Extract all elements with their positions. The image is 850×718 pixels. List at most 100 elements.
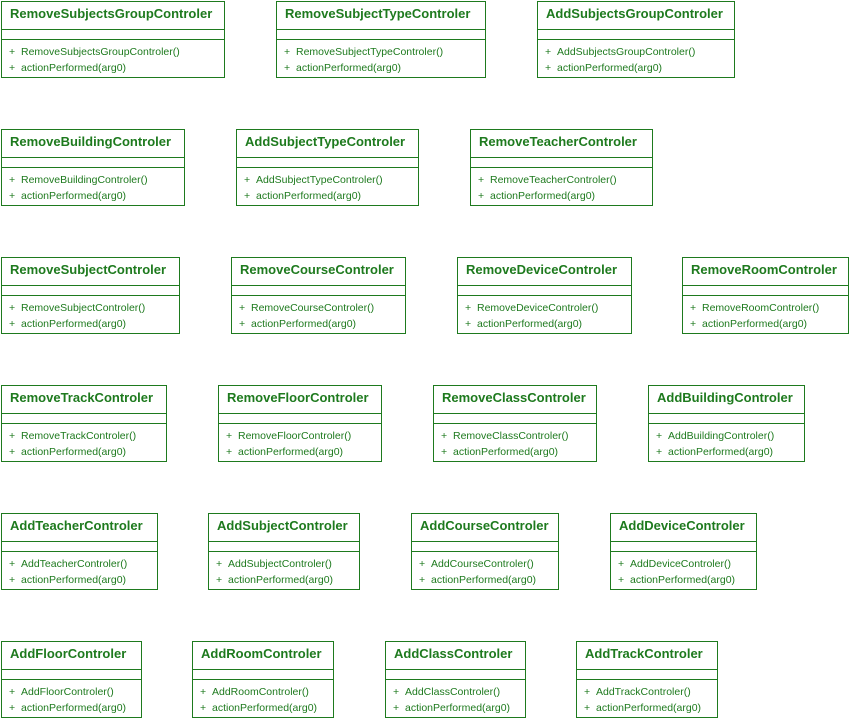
operation-signature: RemoveCourseControler() bbox=[251, 302, 375, 314]
uml-class-box: RemoveTeacherControler + RemoveTeacherCon… bbox=[470, 129, 653, 206]
operation-signature: actionPerformed(arg0) bbox=[557, 62, 663, 74]
operation-signature: actionPerformed(arg0) bbox=[21, 702, 127, 714]
attributes-compartment bbox=[683, 286, 848, 296]
operation: + actionPerformed(arg0) bbox=[9, 444, 166, 460]
attributes-compartment bbox=[219, 414, 381, 424]
operations-compartment: + RemoveDeviceControler() + actionPerforme… bbox=[458, 296, 631, 332]
operation-signature: actionPerformed(arg0) bbox=[21, 190, 127, 202]
operation: + AddTrackControler() bbox=[584, 684, 717, 700]
operations-compartment: + AddCourseControler() + actionPerformed(a… bbox=[412, 552, 558, 588]
operation-signature: actionPerformed(arg0) bbox=[431, 574, 537, 586]
operation-signature: actionPerformed(arg0) bbox=[228, 574, 334, 586]
operation-signature: actionPerformed(arg0) bbox=[405, 702, 511, 714]
operation: + actionPerformed(arg0) bbox=[584, 700, 717, 716]
operation-signature: actionPerformed(arg0) bbox=[296, 62, 402, 74]
visibility-marker: + bbox=[226, 446, 233, 458]
uml-class-box: AddFloorControler + AddFloorControler() +… bbox=[1, 641, 142, 718]
operation-signature: AddDeviceControler() bbox=[630, 558, 731, 570]
operation-signature: RemoveTeacherControler() bbox=[490, 174, 617, 186]
operation-signature: actionPerformed(arg0) bbox=[702, 318, 808, 330]
visibility-marker: + bbox=[9, 686, 16, 698]
visibility-marker: + bbox=[478, 190, 485, 202]
operation: + actionPerformed(arg0) bbox=[244, 188, 418, 204]
class-name: AddSubjectTypeControler bbox=[237, 130, 418, 158]
attributes-compartment bbox=[538, 30, 734, 40]
class-name: RemoveSubjectTypeControler bbox=[277, 2, 485, 30]
operation-signature: RemoveSubjectControler() bbox=[21, 302, 146, 314]
attributes-compartment bbox=[193, 670, 333, 680]
visibility-marker: + bbox=[216, 558, 223, 570]
visibility-marker: + bbox=[545, 62, 552, 74]
uml-class-box: RemoveBuildingControler + RemoveBuildingC… bbox=[1, 129, 185, 206]
operation: + AddSubjectsGroupControler() bbox=[545, 44, 734, 60]
operation: + actionPerformed(arg0) bbox=[545, 60, 734, 76]
visibility-marker: + bbox=[9, 62, 16, 74]
uml-class-box: RemoveCourseControler + RemoveCourseContr… bbox=[231, 257, 406, 334]
visibility-marker: + bbox=[200, 702, 207, 714]
operations-compartment: + RemoveBuildingControler() + actionPerfor… bbox=[2, 168, 184, 204]
operations-compartment: + RemoveCourseControler() + actionPerforme… bbox=[232, 296, 405, 332]
operation-signature: actionPerformed(arg0) bbox=[21, 574, 127, 586]
operation: + actionPerformed(arg0) bbox=[441, 444, 596, 460]
operation-signature: RemoveRoomControler() bbox=[702, 302, 820, 314]
operation: + RemoveSubjectControler() bbox=[9, 300, 179, 316]
operation: + AddSubjectControler() bbox=[216, 556, 359, 572]
class-name: AddSubjectControler bbox=[209, 514, 359, 542]
operation: + actionPerformed(arg0) bbox=[618, 572, 756, 588]
operations-compartment: + AddFloorControler() + actionPerformed(ar… bbox=[2, 680, 141, 716]
attributes-compartment bbox=[232, 286, 405, 296]
operation: + RemoveClassControler() bbox=[441, 428, 596, 444]
operations-compartment: + AddSubjectsGroupControler() + actionPerf… bbox=[538, 40, 734, 76]
operation-signature: actionPerformed(arg0) bbox=[596, 702, 702, 714]
visibility-marker: + bbox=[393, 702, 400, 714]
visibility-marker: + bbox=[419, 558, 426, 570]
operation: + RemoveSubjectsGroupControler() bbox=[9, 44, 224, 60]
uml-class-box: RemoveSubjectsGroupControler + RemoveSubj… bbox=[1, 1, 225, 78]
attributes-compartment bbox=[471, 158, 652, 168]
operations-compartment: + RemoveRoomControler() + actionPerformed(… bbox=[683, 296, 848, 332]
operation: + AddClassControler() bbox=[393, 684, 525, 700]
visibility-marker: + bbox=[9, 190, 16, 202]
uml-class-box: AddSubjectTypeControler + AddSubjectTypeC… bbox=[236, 129, 419, 206]
attributes-compartment bbox=[2, 542, 157, 552]
uml-class-box: RemoveRoomControler + RemoveRoomControler… bbox=[682, 257, 849, 334]
operation: + RemoveDeviceControler() bbox=[465, 300, 631, 316]
operation-signature: RemoveDeviceControler() bbox=[477, 302, 599, 314]
visibility-marker: + bbox=[216, 574, 223, 586]
attributes-compartment bbox=[649, 414, 804, 424]
visibility-marker: + bbox=[244, 190, 251, 202]
operation: + RemoveTrackControler() bbox=[9, 428, 166, 444]
operation-signature: AddTrackControler() bbox=[596, 686, 691, 698]
visibility-marker: + bbox=[9, 318, 16, 330]
operation-signature: RemoveFloorControler() bbox=[238, 430, 352, 442]
operations-compartment: + AddRoomControler() + actionPerformed(arg… bbox=[193, 680, 333, 716]
operations-compartment: + RemoveTrackControler() + actionPerformed… bbox=[2, 424, 166, 460]
operation-signature: AddClassControler() bbox=[405, 686, 501, 698]
class-name: AddDeviceControler bbox=[611, 514, 756, 542]
visibility-marker: + bbox=[9, 446, 16, 458]
visibility-marker: + bbox=[656, 430, 663, 442]
operation-signature: RemoveTrackControler() bbox=[21, 430, 137, 442]
operation: + AddCourseControler() bbox=[419, 556, 558, 572]
class-name: RemoveBuildingControler bbox=[2, 130, 184, 158]
visibility-marker: + bbox=[200, 686, 207, 698]
operation-signature: actionPerformed(arg0) bbox=[630, 574, 736, 586]
operation-signature: RemoveBuildingControler() bbox=[21, 174, 148, 186]
attributes-compartment bbox=[237, 158, 418, 168]
uml-class-box: AddTrackControler + AddTrackControler() +… bbox=[576, 641, 718, 718]
operations-compartment: + RemoveClassControler() + actionPerformed… bbox=[434, 424, 596, 460]
class-name: RemoveCourseControler bbox=[232, 258, 405, 286]
operations-compartment: + RemoveFloorControler() + actionPerformed… bbox=[219, 424, 381, 460]
uml-class-box: AddBuildingControler + AddBuildingControl… bbox=[648, 385, 805, 462]
class-name: AddSubjectsGroupControler bbox=[538, 2, 734, 30]
operation: + AddSubjectTypeControler() bbox=[244, 172, 418, 188]
operations-compartment: + RemoveSubjectControler() + actionPerform… bbox=[2, 296, 179, 332]
visibility-marker: + bbox=[393, 686, 400, 698]
visibility-marker: + bbox=[9, 302, 16, 314]
uml-class-box: AddDeviceControler + AddDeviceControler()… bbox=[610, 513, 757, 590]
attributes-compartment bbox=[458, 286, 631, 296]
uml-class-box: RemoveTrackControler + RemoveTrackControl… bbox=[1, 385, 167, 462]
operation: + actionPerformed(arg0) bbox=[465, 316, 631, 332]
visibility-marker: + bbox=[9, 174, 16, 186]
operation-signature: actionPerformed(arg0) bbox=[251, 318, 357, 330]
